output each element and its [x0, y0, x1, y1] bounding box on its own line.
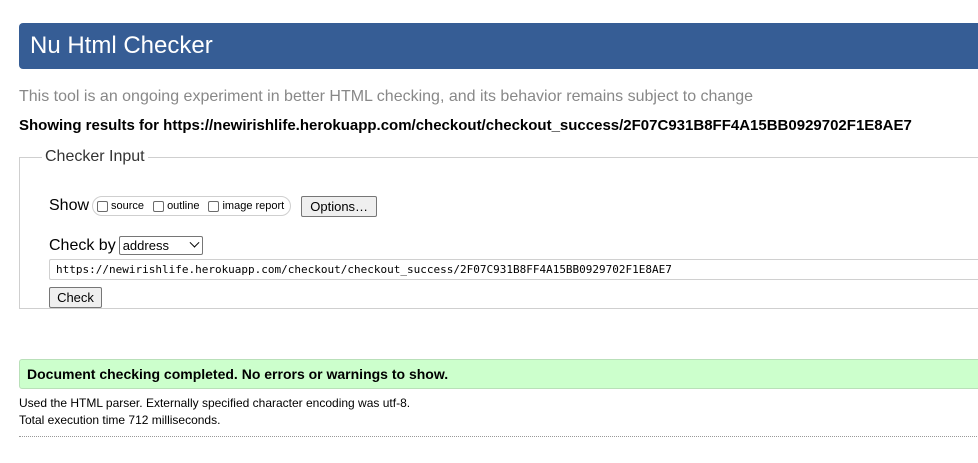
execution-time: Total execution time 712 milliseconds. — [19, 413, 221, 427]
show-label: Show — [49, 197, 90, 214]
show-options-row: Show source outline image report Options… — [49, 194, 378, 218]
success-message: Document checking completed. No errors o… — [19, 359, 978, 389]
source-checkbox[interactable] — [97, 200, 109, 212]
check-by-label: Check by — [49, 236, 116, 254]
app-title: Nu Html Checker — [30, 32, 213, 59]
image-report-checkbox[interactable] — [208, 200, 220, 212]
option-source-label: source — [111, 200, 145, 212]
check-by-value: address — [122, 238, 169, 253]
outline-checkbox[interactable] — [153, 200, 165, 212]
page: Nu Html Checker This tool is an ongoing … — [0, 0, 978, 463]
options-button[interactable]: Options… — [301, 195, 378, 217]
option-source[interactable]: source — [97, 200, 144, 212]
checker-input-legend: Checker Input — [45, 148, 145, 165]
option-outline[interactable]: outline — [153, 200, 199, 212]
check-by-select[interactable]: address — [118, 236, 203, 255]
app-header: Nu Html Checker — [19, 23, 978, 69]
showing-results-heading: Showing results for https://newirishlife… — [19, 117, 912, 134]
divider — [19, 436, 978, 437]
option-image-report[interactable]: image report — [208, 200, 284, 212]
checker-input-fieldset: Checker Input Show source outline image … — [19, 148, 978, 309]
chevron-down-icon — [189, 237, 200, 248]
option-image-report-label: image report — [222, 200, 285, 212]
option-outline-label: outline — [167, 200, 200, 212]
tagline: This tool is an ongoing experiment in be… — [19, 88, 754, 105]
parser-info: Used the HTML parser. Externally specifi… — [19, 396, 411, 410]
check-by-row: Check by address — [49, 236, 203, 255]
result-details: Used the HTML parser. Externally specifi… — [19, 395, 978, 429]
show-options-group: source outline image report — [92, 196, 292, 216]
url-input[interactable]: https://newirishlife.herokuapp.com/check… — [49, 259, 978, 280]
check-button[interactable]: Check — [49, 287, 102, 308]
